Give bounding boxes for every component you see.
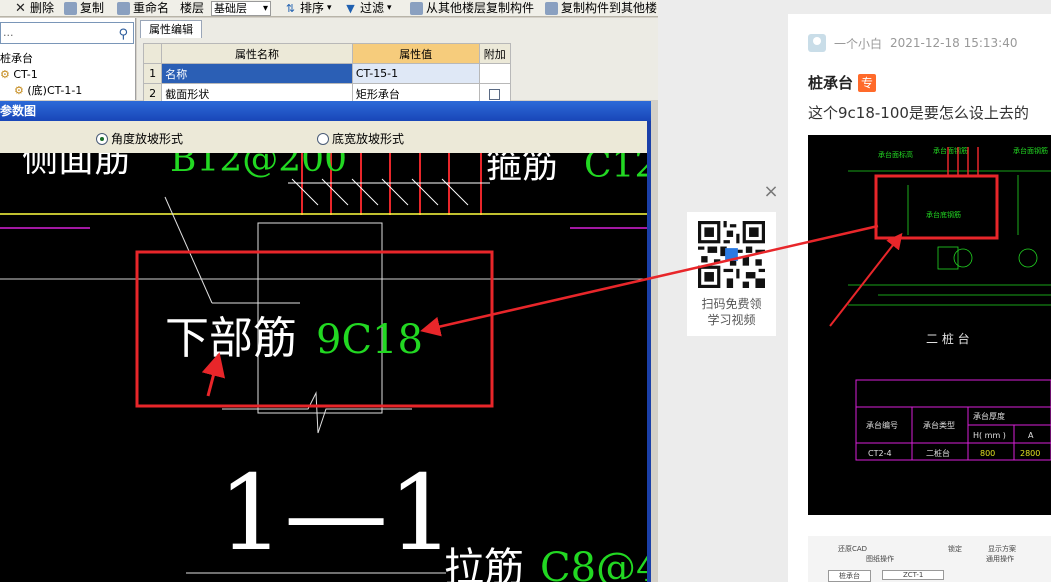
category-badge: 专: [858, 73, 877, 92]
thumb-table-values: 800 2800: [980, 449, 1040, 458]
svg-text:CT2-4: CT2-4: [868, 449, 892, 458]
svg-text:800: 800: [980, 449, 995, 458]
svg-text:承台面标高: 承台面标高: [878, 150, 913, 159]
qr-code-image: [698, 221, 765, 288]
tree-item-ct-1-1[interactable]: ⚙ (底)CT-1-1: [14, 84, 82, 98]
slope-options-bar: 角度放坡形式 底宽放坡形式: [0, 121, 647, 153]
post-attached-image-2[interactable]: 还原CAD 图纸操作 锁定 显示方案 通用操作 桩承台 ZCT-1: [808, 536, 1051, 582]
copy-from-floor-button[interactable]: 从其他楼层复制构件: [410, 0, 534, 16]
cad-text-stirrup: 箍筋: [486, 153, 558, 186]
column-header-value: 属性值: [351, 43, 480, 64]
cad-text-bottom-rebar-spec: 9C18: [316, 317, 423, 363]
screenshot-root: { "toolbar": { "delete_label": "删除", "co…: [0, 0, 1051, 582]
question-post: 一个小白 2021-12-18 15:13:40 桩承台 专 这个9c18-10…: [788, 14, 1051, 582]
svg-text:承台类型: 承台类型: [923, 420, 955, 430]
rename-icon: [117, 1, 130, 15]
avatar[interactable]: [808, 34, 826, 52]
floor-label: 楼层: [180, 1, 205, 15]
property-panel: 属性编辑 属性名称 属性值 附加 1 名称 CT-15-1 2 截面形状 矩形承…: [137, 18, 658, 104]
cad-drawing-canvas[interactable]: 侧面筋 B12@200 箍筋 C12 下部筋 9C18 1—1 拉筋 C8@45: [0, 153, 647, 582]
chevron-down-icon: ▾: [387, 3, 392, 13]
svg-text:H( mm ): H( mm ): [973, 431, 1006, 440]
sort-icon: ⇅: [285, 1, 296, 15]
thumb-green-lines: [848, 170, 1051, 306]
thumb-labels: 承台面标高 承台面钢筋 承台面钢筋 承台底钢筋: [878, 146, 1048, 219]
radio-selected[interactable]: [96, 132, 108, 145]
search-icon[interactable]: ⚲: [118, 25, 128, 45]
author-name[interactable]: 一个小白: [834, 35, 882, 52]
floor-select[interactable]: 基础层: [211, 0, 271, 16]
post-attached-image[interactable]: 承台面标高 承台面钢筋 承台面钢筋 承台底钢筋 二 桩 台 承台编号 承台类型 …: [808, 135, 1051, 515]
option-width-slope[interactable]: 底宽放坡形式: [317, 130, 404, 147]
svg-text:A: A: [1028, 431, 1034, 440]
cad-text-side-rebar: 侧面筋: [22, 153, 130, 180]
filter-icon: ▼: [346, 1, 355, 15]
table-row[interactable]: 1 名称 CT-15-1: [142, 63, 512, 84]
cad-text-side-rebar-spec: B12@200: [170, 153, 347, 180]
component-tree-panel: ... ⚲ 桩承台 ⚙ CT-1 ⚙ (底)CT-1-1: [0, 18, 136, 100]
cad-text-tie-rebar: 拉筋: [444, 545, 524, 582]
cad-break-line: [222, 391, 412, 434]
grid-corner: [142, 43, 163, 64]
cad-text-bottom-rebar: 下部筋: [165, 313, 297, 364]
option-angle-slope[interactable]: 角度放坡形式: [96, 130, 183, 147]
property-extra-cell[interactable]: [478, 63, 512, 84]
svg-text:承台厚度: 承台厚度: [973, 411, 1005, 421]
property-value-cell[interactable]: CT-15-1: [351, 63, 480, 84]
copy-to-floor-button[interactable]: 复制构件到其他楼: [545, 0, 657, 16]
qr-caption-line2: 学习视频: [707, 313, 756, 327]
cad-drawing: 侧面筋 B12@200 箍筋 C12 下部筋 9C18 1—1 拉筋 C8@45: [0, 153, 647, 582]
post-title: 桩承台 专: [808, 72, 877, 93]
svg-text:承台面钢筋: 承台面钢筋: [1013, 146, 1048, 155]
copy-icon: [64, 1, 77, 15]
qa-web-page: × 扫码免费领 学习视频 一个小白 2021-12-18 15:13:40 桩承…: [658, 0, 1051, 582]
column-header-extra: 附加: [478, 43, 512, 64]
cad-text-section-label: 1—1: [218, 452, 454, 574]
tab-property-edit[interactable]: 属性编辑: [140, 20, 202, 38]
delete-icon: ✕: [15, 0, 26, 16]
thumb-table-grid: [855, 379, 1051, 461]
post-body-text: 这个9c18-100是要怎么设上去的: [808, 104, 1029, 122]
column-header-name: 属性名称: [161, 43, 353, 64]
svg-text:2800: 2800: [1020, 449, 1040, 458]
copy-to-floor-icon: [545, 1, 558, 15]
svg-text:承台编号: 承台编号: [866, 420, 898, 430]
parameter-diagram-dialog: 参数图 角度放坡形式 底宽放坡形式 侧面筋 B12@200 箍筋 C12 下部筋…: [0, 101, 651, 582]
cad-application-window: ✕ 删除 复制 重命名 楼层 基础层 ⇅ 排序 ▾ ▼ 过滤 ▾ 从其他楼: [0, 0, 658, 582]
qr-caption-line1: 扫码免费领: [701, 297, 762, 311]
qr-promo-card[interactable]: 扫码免费领 学习视频: [687, 212, 776, 336]
delete-button[interactable]: ✕ 删除: [14, 0, 54, 16]
tree-item-pile-cap[interactable]: 桩承台: [0, 52, 33, 66]
cad-text-stirrup-spec: C12: [584, 153, 647, 186]
cad-text-tie-rebar-spec: C8@45: [540, 545, 647, 582]
thumb-table-text: 承台编号 承台类型 承台厚度 H( mm ) A CT2-4 二桩台: [866, 411, 1034, 458]
component-icon: ⚙: [0, 68, 10, 81]
chevron-down-icon: ▾: [327, 3, 332, 13]
svg-text:承台面钢筋: 承台面钢筋: [933, 146, 968, 155]
extra-checkbox[interactable]: [489, 88, 501, 100]
post-timestamp: 2021-12-18 15:13:40: [890, 36, 1018, 50]
attached-cad-drawing: 承台面标高 承台面钢筋 承台面钢筋 承台底钢筋 二 桩 台 承台编号 承台类型 …: [848, 146, 1051, 461]
post-author-row: 一个小白 2021-12-18 15:13:40: [808, 34, 1051, 52]
tree-item-ct-1[interactable]: ⚙ CT-1: [0, 68, 38, 82]
rename-button[interactable]: 重命名: [117, 0, 169, 16]
close-icon[interactable]: ×: [761, 182, 781, 202]
thumb-caption: 二 桩 台: [926, 331, 970, 346]
cad-leader-line: [164, 196, 213, 304]
component-icon: ⚙: [14, 84, 24, 97]
radio-unselected[interactable]: [317, 132, 329, 145]
copy-from-floor-icon: [410, 1, 423, 15]
sort-button[interactable]: ⇅ 排序 ▾: [284, 0, 332, 16]
svg-text:承台底钢筋: 承台底钢筋: [926, 210, 961, 219]
tree-search-input[interactable]: ... ⚲: [0, 22, 134, 44]
property-name-cell[interactable]: 名称: [161, 63, 353, 84]
dialog-title: 参数图: [0, 101, 651, 121]
filter-button[interactable]: ▼ 过滤 ▾: [344, 0, 392, 16]
copy-button[interactable]: 复制: [64, 0, 104, 16]
svg-text:二桩台: 二桩台: [926, 448, 950, 458]
property-grid: 属性名称 属性值 附加 1 名称 CT-15-1 2 截面形状 矩形承台: [142, 43, 512, 104]
main-toolbar: ✕ 删除 复制 重命名 楼层 基础层 ⇅ 排序 ▾ ▼ 过滤 ▾ 从其他楼: [0, 0, 658, 17]
